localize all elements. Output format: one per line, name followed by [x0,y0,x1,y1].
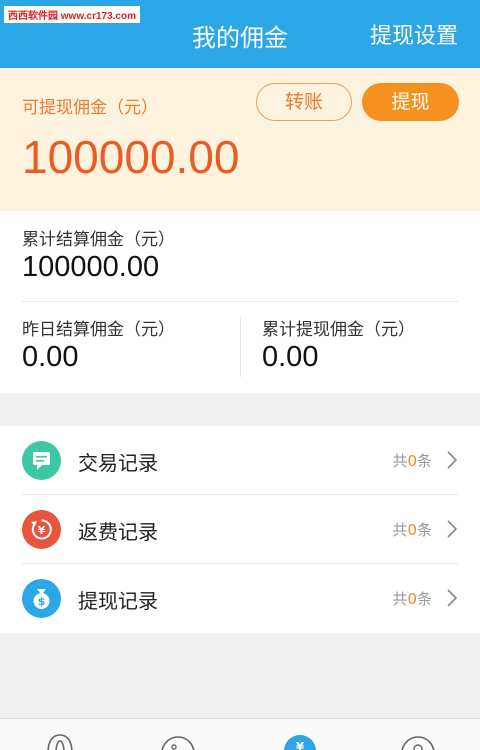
svg-text:$: $ [38,595,46,608]
withdrawal-records-item[interactable]: $ 提现记录 共0条 [0,564,480,633]
withdrawable-balance-card: 可提现佣金（元） 转账 提现 100000.00 [0,68,480,211]
divider [22,301,458,302]
withdrawable-amount: 100000.00 [22,131,240,183]
home-tab-icon[interactable] [40,733,80,750]
record-label: 交易记录 [78,451,158,475]
record-count: 共0条 [392,590,432,608]
yesterday-settled-label: 昨日结算佣金（元） [22,320,175,340]
withdraw-settings-button[interactable]: 提现设置 [370,18,458,50]
transaction-records-item[interactable]: 交易记录 共0条 [0,426,480,495]
svg-text:¥: ¥ [38,524,46,537]
record-count: 共0条 [392,521,432,539]
records-list: 交易记录 共0条 ¥ 返费记录 共0条 $ 提现记录 共0条 [0,426,480,633]
record-label: 返费记录 [78,520,158,544]
refund-records-item[interactable]: ¥ 返费记录 共0条 [0,495,480,564]
chevron-right-icon [447,451,458,469]
record-count: 共0条 [392,452,432,470]
profile-tab-icon[interactable] [158,733,198,750]
transfer-button[interactable]: 转账 [256,83,352,121]
chat-icon [22,441,61,480]
account-tab-icon[interactable] [398,733,438,750]
app-header: 西西软件园 www.cr173.com 我的佣金 提现设置 [0,0,480,68]
total-settled-label: 累计结算佣金（元） [22,230,175,250]
svg-text:¥: ¥ [296,740,305,750]
chevron-right-icon [447,589,458,607]
chevron-right-icon [447,520,458,538]
commission-stats: 累计结算佣金（元） 100000.00 昨日结算佣金（元） 0.00 累计提现佣… [0,211,480,393]
total-withdrawn-label: 累计提现佣金（元） [262,320,415,340]
record-label: 提现记录 [78,589,158,613]
refund-yen-icon: ¥ [22,510,61,549]
withdrawable-label: 可提现佣金（元） [22,98,158,118]
vertical-divider [240,317,241,377]
bottom-tab-bar: ¥ [0,718,480,750]
total-withdrawn-value: 0.00 [262,341,319,373]
commission-tab-icon[interactable]: ¥ [280,729,320,750]
money-bag-icon: $ [22,579,61,618]
withdraw-button[interactable]: 提现 [362,83,459,121]
yesterday-settled-value: 0.00 [22,341,79,373]
total-settled-value: 100000.00 [22,251,160,283]
